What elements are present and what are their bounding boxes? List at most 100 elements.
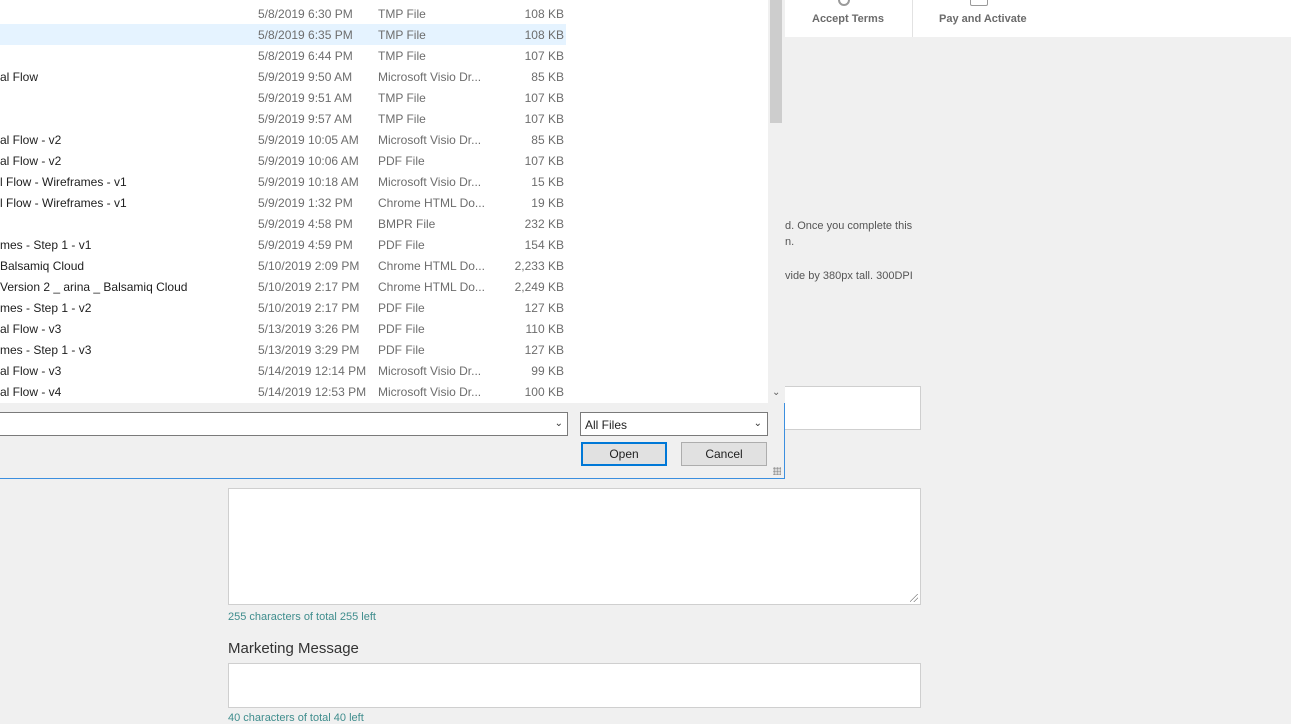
file-size: 107 KB — [524, 49, 564, 63]
scroll-down-icon[interactable]: ⌄ — [772, 388, 780, 398]
file-date-modified: 5/9/2019 9:57 AM — [258, 112, 353, 126]
file-size: 99 KB — [531, 364, 564, 378]
file-type: Chrome HTML Do... — [378, 196, 485, 210]
info-text-line3: vide by 380px tall. 300DPI — [785, 270, 913, 282]
file-row[interactable]: mes - Step 1 - v1 5/9/2019 4:59 PM PDF Fil… — [0, 234, 566, 255]
file-name: al Flow - v3 — [0, 322, 62, 336]
file-date-modified: 5/8/2019 6:44 PM — [258, 49, 353, 63]
file-date-modified: 5/13/2019 3:29 PM — [258, 343, 360, 357]
file-type: Microsoft Visio Dr... — [378, 175, 482, 189]
file-type: PDF File — [378, 301, 425, 315]
size-grip-icon[interactable] — [773, 467, 781, 475]
file-date-modified: 5/10/2019 2:09 PM — [258, 259, 360, 273]
info-text-line1: d. Once you complete this — [785, 220, 913, 232]
file-row[interactable]: al Flow - v4 5/14/2019 12:53 PM Microsoft … — [0, 381, 566, 402]
file-row[interactable]: mes - Step 1 - v2 5/10/2019 2:17 PM PDF Fi… — [0, 297, 566, 318]
file-size: 107 KB — [524, 91, 564, 105]
file-size: 108 KB — [524, 28, 564, 42]
file-row[interactable]: 5/9/2019 9:51 AM TMP File 107 KB — [0, 87, 566, 108]
file-name: mes - Step 1 - v3 — [0, 343, 92, 357]
file-open-dialog: 5/8/2019 6:30 PM TMP File 108 KB 5/8/2019 6… — [0, 0, 785, 479]
file-size: 127 KB — [524, 343, 564, 357]
file-date-modified: 5/9/2019 9:51 AM — [258, 91, 353, 105]
file-size: 19 KB — [531, 196, 564, 210]
file-date-modified: 5/8/2019 6:30 PM — [258, 7, 353, 21]
file-name: mes - Step 1 - v1 — [0, 238, 92, 252]
file-row[interactable]: 5/9/2019 4:58 PM BMPR File 232 KB — [0, 213, 566, 234]
chevron-down-icon[interactable]: ⌄ — [555, 418, 563, 429]
file-type: Microsoft Visio Dr... — [378, 133, 482, 147]
scrollbar-thumb[interactable] — [770, 0, 782, 123]
resize-grip-icon[interactable] — [910, 594, 918, 602]
file-type: TMP File — [378, 91, 426, 105]
file-name: mes - Step 1 - v2 — [0, 301, 92, 315]
file-type: TMP File — [378, 28, 426, 42]
file-type: Chrome HTML Do... — [378, 259, 485, 273]
cancel-button[interactable]: Cancel — [681, 442, 767, 466]
file-type: Chrome HTML Do... — [378, 280, 485, 294]
info-text-line2: n. — [785, 236, 795, 248]
file-date-modified: 5/10/2019 2:17 PM — [258, 301, 360, 315]
file-size: 15 KB — [531, 175, 564, 189]
file-type: TMP File — [378, 112, 426, 126]
terms-icon — [838, 0, 850, 6]
file-size: 108 KB — [524, 7, 564, 21]
step-pay-and-activate[interactable]: Pay and Activate — [912, 0, 1063, 37]
card-icon — [970, 0, 988, 6]
file-date-modified: 5/14/2019 12:14 PM — [258, 364, 367, 378]
file-row[interactable]: 5/8/2019 6:30 PM TMP File 108 KB — [0, 3, 566, 24]
file-name: al Flow - v2 — [0, 154, 62, 168]
file-date-modified: 5/9/2019 4:59 PM — [258, 238, 353, 252]
marketing-message-input[interactable] — [228, 663, 921, 708]
file-row[interactable]: Balsamiq Cloud 5/10/2019 2:09 PM Chrome HT… — [0, 255, 566, 276]
chevron-down-icon[interactable]: ⌄ — [754, 418, 762, 429]
file-date-modified: 5/14/2019 12:53 PM — [258, 385, 367, 399]
step-accept-terms-label: Accept Terms — [812, 13, 884, 25]
description-char-counter: 255 characters of total 255 left — [228, 611, 376, 623]
step-accept-terms[interactable]: Accept Terms — [785, 0, 912, 37]
filename-input[interactable]: ⌄ — [0, 412, 568, 436]
file-type: PDF File — [378, 343, 425, 357]
file-row[interactable]: al Flow - v3 5/13/2019 3:26 PM PDF File 110… — [0, 318, 566, 339]
file-row[interactable]: al Flow - v2 5/9/2019 10:06 AM PDF File 107… — [0, 150, 566, 171]
file-size: 85 KB — [531, 133, 564, 147]
file-row[interactable]: al Flow - v3 5/14/2019 12:14 PM Microsoft … — [0, 360, 566, 381]
file-list[interactable]: 5/8/2019 6:30 PM TMP File 108 KB 5/8/2019 6… — [0, 0, 768, 403]
file-date-modified: 5/8/2019 6:35 PM — [258, 28, 353, 42]
file-size: 232 KB — [524, 217, 564, 231]
file-type: Microsoft Visio Dr... — [378, 364, 482, 378]
file-row[interactable]: l Flow - Wireframes - v1 5/9/2019 10:18 A… — [0, 171, 566, 192]
description-textarea[interactable] — [228, 488, 921, 605]
file-type-select[interactable]: All Files ⌄ — [580, 412, 768, 436]
file-date-modified: 5/9/2019 10:18 AM — [258, 175, 359, 189]
marketing-char-counter: 40 characters of total 40 left — [228, 712, 364, 724]
file-row[interactable]: al Flow - v2 5/9/2019 10:05 AM Microsoft V… — [0, 129, 566, 150]
file-row[interactable]: 5/9/2019 9:57 AM TMP File 107 KB — [0, 108, 566, 129]
file-row[interactable]: mes - Step 1 - v3 5/13/2019 3:29 PM PDF Fi… — [0, 339, 566, 360]
file-row[interactable]: l Flow - Wireframes - v1 5/9/2019 1:32 PM… — [0, 192, 566, 213]
progress-steps-bar: Accept Terms Pay and Activate — [785, 0, 1291, 37]
open-button[interactable]: Open — [581, 442, 667, 466]
file-name: Version 2 _ arina _ Balsamiq Cloud — [0, 280, 188, 294]
file-size: 100 KB — [524, 385, 564, 399]
file-row[interactable]: 5/8/2019 6:44 PM TMP File 107 KB — [0, 45, 566, 66]
file-type: PDF File — [378, 238, 425, 252]
file-date-modified: 5/10/2019 2:17 PM — [258, 280, 360, 294]
file-size: 2,249 KB — [514, 280, 564, 294]
file-type: BMPR File — [378, 217, 436, 231]
file-type: Microsoft Visio Dr... — [378, 385, 482, 399]
file-row[interactable]: 5/8/2019 6:35 PM TMP File 108 KB — [0, 24, 566, 45]
file-name: al Flow - v2 — [0, 133, 62, 147]
file-size: 85 KB — [531, 70, 564, 84]
vertical-scrollbar[interactable]: ⌄ — [768, 0, 785, 403]
file-name: l Flow - Wireframes - v1 — [0, 196, 127, 210]
file-size: 107 KB — [524, 154, 564, 168]
file-name: l Flow - Wireframes - v1 — [0, 175, 127, 189]
file-size: 127 KB — [524, 301, 564, 315]
file-date-modified: 5/9/2019 10:05 AM — [258, 133, 359, 147]
file-date-modified: 5/9/2019 1:32 PM — [258, 196, 353, 210]
file-row[interactable]: al Flow 5/9/2019 9:50 AM Microsoft Visio D… — [0, 66, 566, 87]
step-pay-label: Pay and Activate — [939, 13, 1027, 25]
file-date-modified: 5/13/2019 3:26 PM — [258, 322, 360, 336]
file-row[interactable]: Version 2 _ arina _ Balsamiq Cloud 5/10/2… — [0, 276, 566, 297]
